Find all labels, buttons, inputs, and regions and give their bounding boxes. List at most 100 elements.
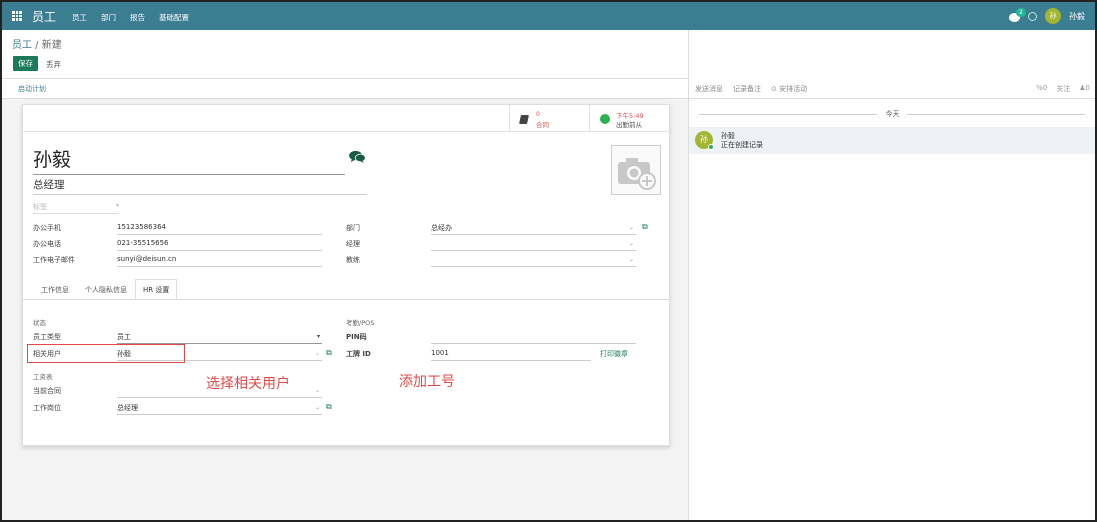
department-value: 总经办 — [431, 224, 452, 232]
tab-hr-settings[interactable]: HR 设置 — [135, 279, 178, 299]
email-value: sunyi@deisun.cn — [117, 255, 177, 263]
tab-private-info[interactable]: 个人隐私信息 — [77, 279, 135, 299]
breadcrumb-current: 新建 — [41, 40, 62, 51]
manager-select[interactable]: ⌄ — [431, 239, 636, 251]
presence-smart-button[interactable]: 下午5:49 出勤前从 — [589, 105, 669, 132]
form-statusbar: 启动计划 — [2, 79, 688, 99]
date-separator-line — [907, 114, 1085, 115]
coach-select[interactable]: ⌄ — [431, 255, 636, 267]
department-label: 部门 — [346, 224, 360, 232]
book-icon — [519, 115, 529, 124]
send-message-button[interactable]: 发送消息 — [695, 84, 723, 94]
contracts-smart-button[interactable]: 0 合同 — [509, 105, 589, 132]
messaging-badge: 2 — [1016, 8, 1026, 17]
print-badge-button[interactable]: 打印徽章 — [600, 349, 628, 359]
discard-button[interactable]: 丢弃 — [46, 59, 61, 70]
status-group-title: 状态 — [33, 319, 46, 327]
mobile-value: 15123586364 — [117, 223, 166, 231]
email-label: 工作电子邮件 — [33, 256, 75, 264]
tab-work-info[interactable]: 工作信息 — [33, 279, 77, 299]
user-name[interactable]: 孙毅 — [1069, 11, 1085, 22]
badge-id-value: 1001 — [431, 349, 449, 357]
apps-menu-icon[interactable] — [12, 11, 22, 21]
chevron-down-icon: ⌄ — [628, 240, 634, 247]
job-position-label: 工作岗位 — [33, 404, 61, 412]
message-body: 正在创建记录 — [721, 141, 763, 149]
mobile-label: 办公手机 — [33, 224, 61, 232]
form-sheet: 0 合同 下午5:49 出勤前从 孙毅 总经理 标签 ▾ 办公手机 151235… — [22, 104, 670, 446]
top-navbar: 员工 员工 部门 报告 基础配置 2 孙 孙毅 — [2, 2, 1095, 30]
chevron-down-icon: ⌄ — [314, 387, 320, 394]
followers-button[interactable]: ♟0 — [1079, 84, 1090, 94]
schedule-activity-button[interactable]: ⊙ 安排活动 — [771, 84, 807, 94]
log-note-button[interactable]: 记录备注 — [733, 84, 761, 94]
breadcrumb-separator: / — [32, 40, 42, 51]
job-position-value: 总经理 — [117, 404, 138, 412]
menu-item-reports[interactable]: 报告 — [130, 12, 145, 23]
pin-label: PIN码 — [346, 333, 367, 341]
chatter-topbar: 发送消息 记录备注 ⊙ 安排活动 %0 关注 ♟0 — [689, 79, 1095, 99]
chevron-down-icon: ▾ — [115, 202, 119, 209]
pin-input[interactable] — [431, 332, 636, 344]
coach-label: 教练 — [346, 256, 360, 264]
badge-id-label: 工牌 ID — [346, 350, 371, 358]
contract-label: 合同 — [536, 121, 549, 129]
phone-input[interactable]: 021-35515656 — [117, 239, 322, 251]
employee-type-select[interactable]: 员工 ▾ — [117, 332, 322, 344]
followers-count: 0 — [1085, 84, 1090, 92]
external-link-icon[interactable]: ⧉ — [326, 348, 332, 358]
smart-button-box: 0 合同 下午5:49 出勤前从 — [23, 105, 669, 132]
camera-add-icon — [618, 158, 656, 190]
tags-input[interactable]: 标签 ▾ — [33, 202, 119, 214]
chevron-down-icon: ⌄ — [628, 224, 634, 231]
manager-label: 经理 — [346, 240, 360, 248]
external-link-icon[interactable]: ⧉ — [326, 402, 332, 412]
attachments-button[interactable]: %0 — [1036, 84, 1047, 94]
chat-bubbles-icon[interactable] — [349, 150, 366, 163]
paperclip-icon: % — [1036, 84, 1043, 92]
employee-type-label: 员工类型 — [33, 333, 61, 341]
tags-placeholder: 标签 — [33, 203, 47, 211]
department-select[interactable]: 总经办 ⌄ — [431, 223, 636, 235]
navbar-systray: 2 孙 孙毅 — [1009, 8, 1085, 24]
app-window: 员工 员工 部门 报告 基础配置 2 孙 孙毅 员工 / 新建 保存 丢弃 启动… — [0, 0, 1097, 522]
attendance-group-title: 考勤/POS — [346, 319, 375, 327]
user-avatar[interactable]: 孙 — [1045, 8, 1061, 24]
job-position-select[interactable]: 总经理 ⌄ — [117, 403, 322, 415]
follow-button[interactable]: 关注 — [1056, 84, 1070, 94]
annotation-add-badge: 添加工号 — [399, 374, 455, 390]
employee-type-value: 员工 — [117, 333, 131, 341]
menu-item-employees[interactable]: 员工 — [72, 12, 87, 23]
attachment-count: 0 — [1042, 84, 1048, 92]
chevron-down-icon: ⌄ — [314, 350, 320, 357]
mobile-input[interactable]: 15123586364 — [117, 223, 322, 235]
launch-plan-button[interactable]: 启动计划 — [18, 84, 46, 94]
chevron-down-icon: ⌄ — [628, 256, 634, 263]
presence-status-icon — [600, 114, 610, 124]
email-input[interactable]: sunyi@deisun.cn — [117, 255, 322, 267]
main-menu: 员工 部门 报告 基础配置 — [72, 12, 189, 23]
save-button[interactable]: 保存 — [13, 56, 38, 71]
phone-label: 办公电话 — [33, 240, 61, 248]
employee-name-input[interactable]: 孙毅 — [33, 145, 345, 175]
menu-item-departments[interactable]: 部门 — [101, 12, 116, 23]
chevron-down-icon: ⌄ — [314, 404, 320, 411]
annotation-select-user: 选择相关用户 — [206, 376, 290, 392]
employee-photo-upload[interactable] — [611, 145, 661, 195]
badge-id-input[interactable]: 1001 — [431, 349, 591, 361]
chatter-actions: 发送消息 记录备注 ⊙ 安排活动 — [695, 84, 807, 94]
menu-item-config[interactable]: 基础配置 — [159, 12, 189, 23]
activity-clock-icon[interactable] — [1028, 11, 1037, 21]
caret-down-icon: ▾ — [316, 333, 320, 340]
external-link-icon[interactable]: ⧉ — [642, 222, 648, 232]
breadcrumb-parent[interactable]: 员工 — [12, 40, 32, 51]
online-status-icon — [708, 144, 714, 150]
contract-count: 0 — [536, 111, 540, 118]
job-title-input[interactable]: 总经理 — [33, 177, 367, 195]
app-brand[interactable]: 员工 — [32, 8, 56, 25]
messaging-icon[interactable]: 2 — [1009, 8, 1026, 22]
presence-label: 出勤前从 — [616, 121, 642, 129]
chatter-followers: %0 关注 ♟0 — [1036, 84, 1090, 94]
chatter-message: 孙 孙毅 正在创建记录 — [689, 127, 1095, 154]
related-user-highlight — [27, 344, 185, 363]
